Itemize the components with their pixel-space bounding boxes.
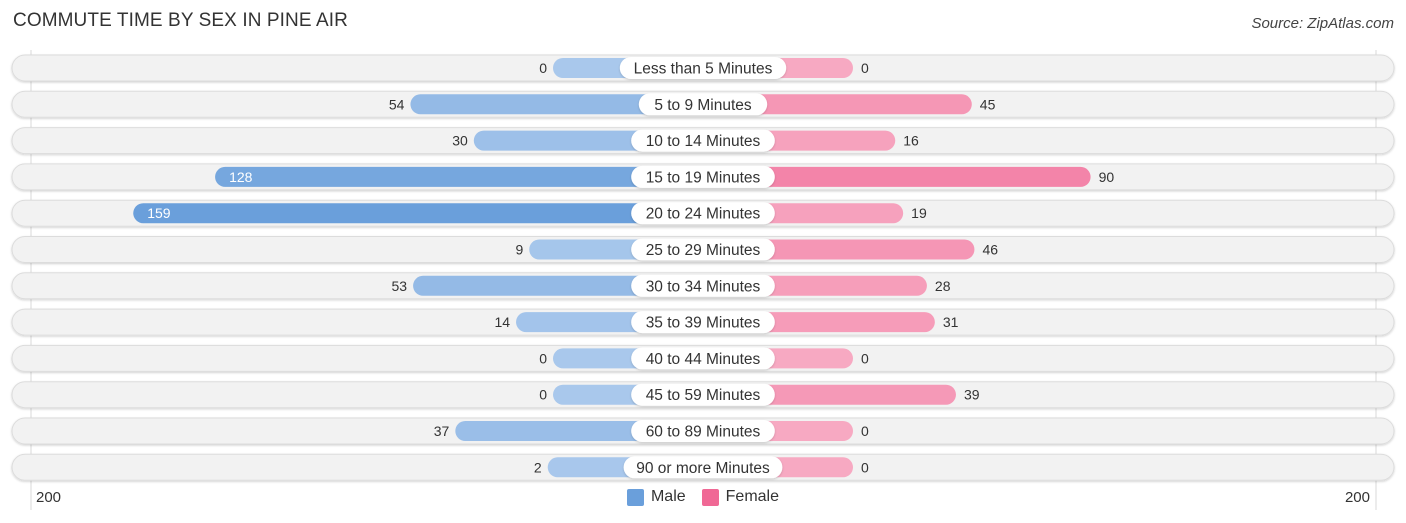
value-label-female: 0: [861, 459, 869, 475]
value-label-female: 39: [964, 387, 980, 403]
value-label-male: 0: [539, 350, 547, 366]
legend-item-female: Female: [701, 488, 780, 506]
category-label: 40 to 44 Minutes: [646, 351, 761, 368]
value-label-female: 16: [903, 133, 919, 149]
value-label-female: 0: [861, 423, 869, 439]
value-label-female: 19: [911, 205, 927, 221]
value-label-male: 9: [515, 242, 523, 258]
value-label-female: 45: [980, 96, 996, 112]
category-label: 10 to 14 Minutes: [646, 133, 761, 150]
legend-item-male: Male: [626, 488, 686, 506]
legend-swatch-female: [701, 488, 719, 506]
category-label: Less than 5 Minutes: [634, 61, 773, 78]
value-label-female: 0: [861, 350, 869, 366]
chart-area: Less than 5 Minutes 0 0 5 to 9 Minutes 54 45 1…: [11, 50, 1395, 510]
legend-label-male: Male: [650, 488, 686, 505]
value-label-male: 128: [229, 169, 253, 185]
value-label-female: 90: [1099, 169, 1115, 185]
value-label-male: 0: [539, 387, 547, 403]
value-label-female: 31: [943, 314, 959, 330]
category-label: 20 to 24 Minutes: [646, 206, 761, 223]
value-label-male: 30: [452, 133, 468, 149]
category-label: 60 to 89 Minutes: [646, 424, 761, 441]
value-label-male: 54: [389, 96, 405, 112]
category-label: 15 to 19 Minutes: [646, 169, 761, 186]
legend: Male Female: [0, 488, 1406, 506]
category-label: 90 or more Minutes: [636, 460, 770, 477]
value-label-male: 14: [494, 314, 510, 330]
value-label-female: 28: [935, 278, 951, 294]
value-label-male: 37: [434, 423, 450, 439]
value-label-male: 53: [392, 278, 408, 294]
value-label-female: 46: [982, 242, 998, 258]
category-label: 5 to 9 Minutes: [654, 97, 752, 114]
category-label: 45 to 59 Minutes: [646, 387, 761, 404]
value-label-male: 2: [534, 459, 542, 475]
legend-label-female: Female: [725, 488, 780, 505]
category-label: 30 to 34 Minutes: [646, 278, 761, 295]
category-label: 35 to 39 Minutes: [646, 315, 761, 332]
value-label-female: 0: [861, 60, 869, 76]
value-label-male: 159: [147, 205, 171, 221]
bar-male: [215, 166, 703, 187]
legend-swatch-male: [626, 488, 644, 506]
value-label-male: 0: [539, 60, 547, 76]
bar-male: [133, 203, 704, 224]
category-label: 25 to 29 Minutes: [646, 242, 761, 259]
